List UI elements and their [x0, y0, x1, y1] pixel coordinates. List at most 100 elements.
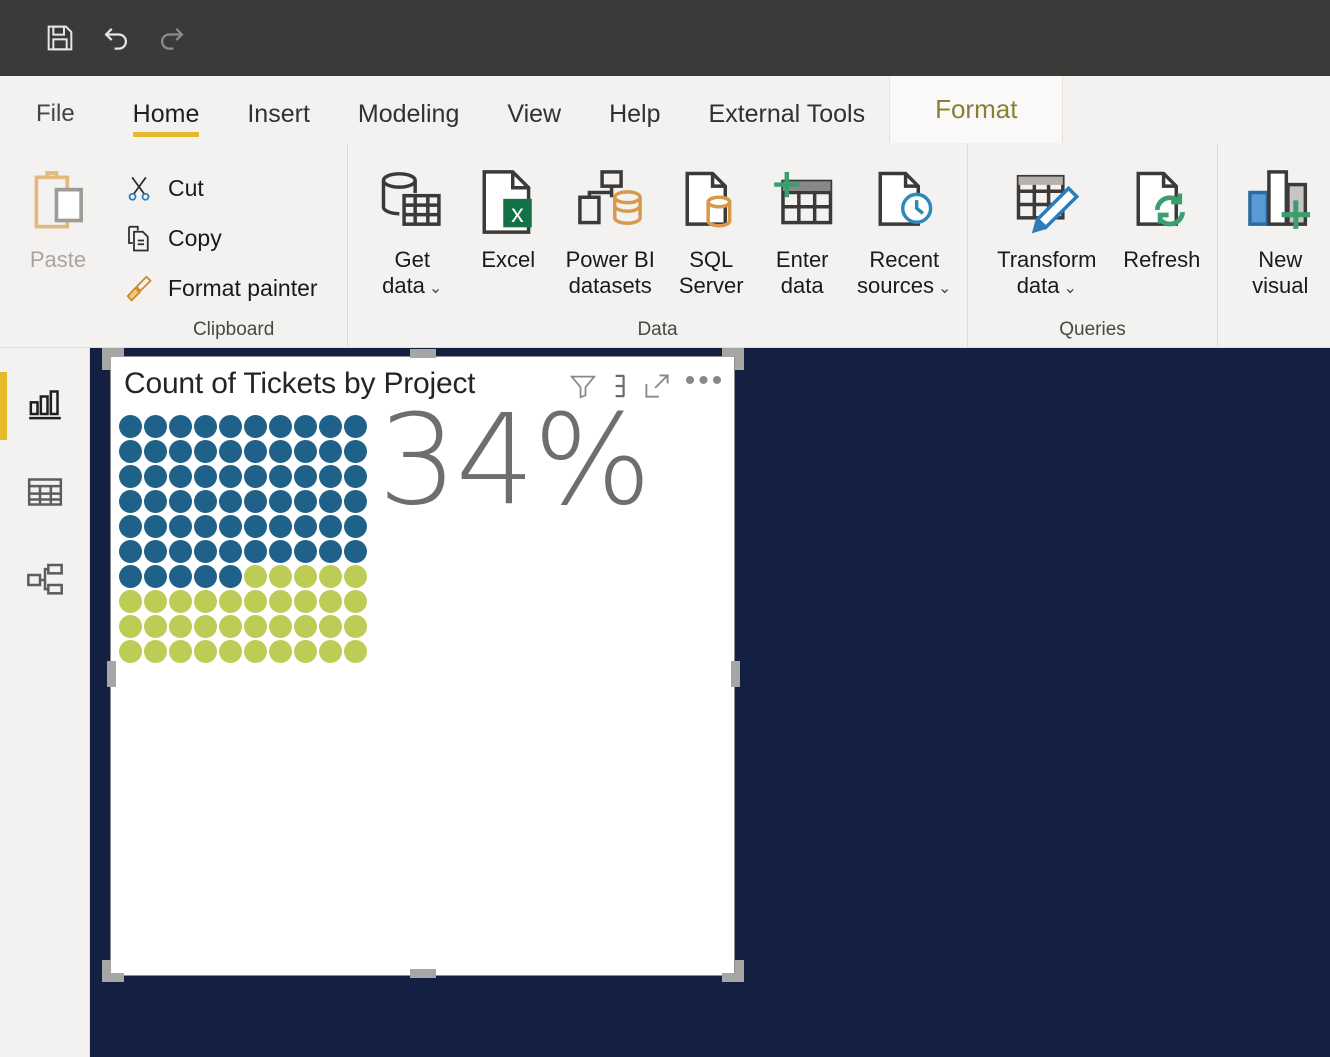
enter-data-button[interactable]: Enter data [756, 151, 848, 299]
waffle-dot[interactable] [193, 414, 218, 439]
waffle-dot[interactable] [268, 539, 293, 564]
waffle-dot[interactable] [343, 589, 368, 614]
report-canvas[interactable]: Count of Tickets by Project ••• 34% [90, 348, 1330, 1057]
waffle-dot[interactable] [143, 639, 168, 664]
refresh-button[interactable]: Refresh [1108, 151, 1216, 273]
waffle-dot[interactable] [243, 439, 268, 464]
selection-handle-bottom-left[interactable] [102, 960, 124, 982]
waffle-dot[interactable] [293, 564, 318, 589]
tab-format[interactable]: Format [889, 76, 1064, 143]
waffle-dot[interactable] [343, 464, 368, 489]
sql-server-button[interactable]: SQL Server [666, 151, 756, 299]
visual-container[interactable]: Count of Tickets by Project ••• 34% [110, 356, 735, 976]
waffle-dot[interactable] [268, 414, 293, 439]
waffle-dot[interactable] [193, 539, 218, 564]
waffle-dot[interactable] [318, 514, 343, 539]
waffle-dot[interactable] [143, 464, 168, 489]
waffle-dot[interactable] [243, 414, 268, 439]
waffle-dot[interactable] [343, 439, 368, 464]
selection-handle-top-left[interactable] [102, 348, 124, 370]
paste-button[interactable]: Paste [0, 151, 116, 273]
waffle-dot[interactable] [318, 614, 343, 639]
waffle-dot[interactable] [118, 564, 143, 589]
waffle-dot[interactable] [168, 464, 193, 489]
waffle-dot[interactable] [268, 614, 293, 639]
selection-handle-bottom-right[interactable] [722, 960, 744, 982]
selection-handle-top-right[interactable] [722, 348, 744, 370]
transform-data-button[interactable]: Transform data ⌄ [986, 151, 1108, 299]
waffle-dot[interactable] [343, 539, 368, 564]
waffle-dot[interactable] [143, 414, 168, 439]
waffle-dot[interactable] [318, 539, 343, 564]
waffle-dot[interactable] [193, 589, 218, 614]
waffle-dot[interactable] [343, 614, 368, 639]
waffle-dot[interactable] [243, 564, 268, 589]
waffle-dot[interactable] [243, 639, 268, 664]
new-visual-button[interactable]: New visual [1232, 151, 1328, 299]
format-painter-button[interactable]: Format painter [116, 263, 328, 313]
waffle-dot[interactable] [293, 514, 318, 539]
sidebar-item-model-view[interactable] [0, 538, 90, 626]
waffle-dot[interactable] [318, 439, 343, 464]
selection-handle-bottom-center[interactable] [410, 969, 436, 978]
waffle-dot[interactable] [268, 439, 293, 464]
waffle-dot[interactable] [243, 464, 268, 489]
waffle-dot[interactable] [293, 614, 318, 639]
waffle-dot[interactable] [193, 464, 218, 489]
recent-sources-button[interactable]: Recent sources ⌄ [848, 151, 960, 299]
waffle-dot[interactable] [293, 539, 318, 564]
selection-handle-top-center[interactable] [410, 349, 436, 358]
waffle-dot[interactable] [118, 489, 143, 514]
waffle-dot[interactable] [343, 514, 368, 539]
waffle-dot[interactable] [293, 414, 318, 439]
waffle-dot[interactable] [143, 439, 168, 464]
waffle-dot[interactable] [218, 439, 243, 464]
waffle-dot[interactable] [193, 564, 218, 589]
tab-view[interactable]: View [483, 85, 585, 143]
waffle-dot[interactable] [218, 464, 243, 489]
waffle-dot[interactable] [168, 639, 193, 664]
waffle-dot[interactable] [218, 589, 243, 614]
powerbi-datasets-button[interactable]: Power BI datasets [554, 151, 666, 299]
waffle-dot[interactable] [143, 564, 168, 589]
undo-button[interactable] [88, 10, 144, 66]
waffle-dot[interactable] [143, 489, 168, 514]
waffle-dot[interactable] [268, 564, 293, 589]
waffle-dot[interactable] [118, 439, 143, 464]
waffle-dot[interactable] [168, 439, 193, 464]
waffle-dot[interactable] [143, 589, 168, 614]
tab-external-tools[interactable]: External Tools [685, 85, 890, 143]
save-button[interactable] [32, 10, 88, 66]
selection-handle-middle-right[interactable] [731, 661, 740, 687]
waffle-dot[interactable] [343, 414, 368, 439]
waffle-dot[interactable] [268, 639, 293, 664]
waffle-dot[interactable] [318, 464, 343, 489]
sidebar-item-report-view[interactable] [0, 362, 90, 450]
waffle-dot[interactable] [293, 439, 318, 464]
more-options-icon[interactable]: ••• [683, 366, 727, 406]
waffle-dot[interactable] [243, 539, 268, 564]
chevron-down-icon[interactable]: ⌄ [429, 280, 442, 297]
waffle-dot[interactable] [118, 614, 143, 639]
chevron-down-icon[interactable]: ⌄ [1064, 280, 1077, 297]
tab-file[interactable]: File [0, 85, 109, 143]
waffle-dot[interactable] [168, 514, 193, 539]
waffle-dot[interactable] [343, 639, 368, 664]
waffle-dot[interactable] [268, 489, 293, 514]
waffle-dot[interactable] [343, 564, 368, 589]
waffle-dot[interactable] [293, 639, 318, 664]
waffle-dot[interactable] [143, 614, 168, 639]
waffle-dot[interactable] [243, 489, 268, 514]
waffle-dot[interactable] [343, 489, 368, 514]
waffle-dot[interactable] [143, 514, 168, 539]
get-data-button[interactable]: Get data ⌄ [362, 151, 462, 299]
waffle-dot[interactable] [168, 489, 193, 514]
waffle-dot[interactable] [118, 589, 143, 614]
waffle-dot[interactable] [143, 539, 168, 564]
waffle-dot[interactable] [118, 514, 143, 539]
waffle-dot[interactable] [168, 564, 193, 589]
waffle-dot[interactable] [243, 589, 268, 614]
tab-modeling[interactable]: Modeling [334, 85, 483, 143]
waffle-dot[interactable] [193, 489, 218, 514]
waffle-dot[interactable] [293, 489, 318, 514]
